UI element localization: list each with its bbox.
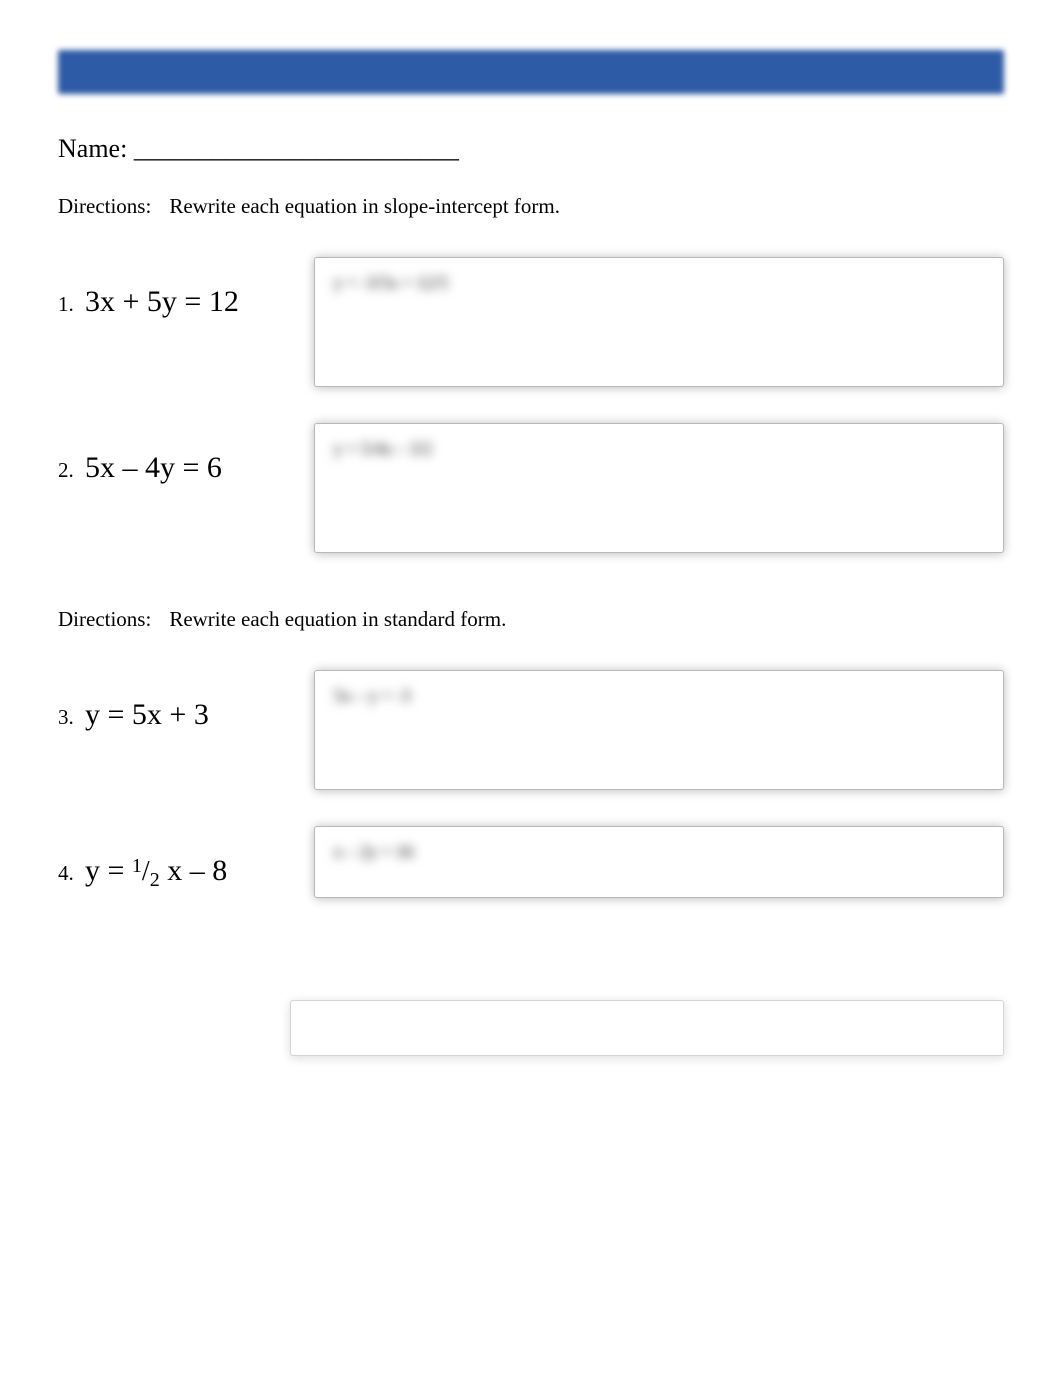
problem-number: 2.: [58, 458, 74, 482]
name-label: Name:: [58, 134, 127, 163]
answer-box-3[interactable]: 5x – y = -3: [314, 670, 1004, 790]
header-bar: [58, 50, 1004, 94]
fraction-denominator: 2: [150, 869, 160, 891]
answer-box-1[interactable]: y = -3/5x + 12/5: [314, 257, 1004, 387]
fraction-slash: /: [142, 856, 150, 887]
worksheet-page: Name: _________________________ Directio…: [0, 0, 1062, 898]
directions-label: Directions:: [58, 607, 151, 631]
fraction-numerator: 1: [132, 855, 142, 877]
eq-suffix: x – 8: [160, 854, 228, 887]
problem-equation: y = 1/2 x – 8: [85, 854, 227, 887]
answer-box-2[interactable]: y = 5/4x – 3/2: [314, 423, 1004, 553]
problem-4-label: 4. y = 1/2 x – 8: [58, 826, 290, 888]
problem-equation: 3x + 5y = 12: [85, 285, 239, 318]
blurred-answer: y = -3/5x + 12/5: [333, 272, 985, 295]
problem-1: 1. 3x + 5y = 12 y = -3/5x + 12/5: [58, 257, 1004, 387]
directions-2: Directions: Rewrite each equation in stan…: [58, 607, 1004, 632]
blurred-answer: x – 2y = 16: [333, 841, 985, 864]
problem-3-label: 3. y = 5x + 3: [58, 670, 290, 732]
problem-1-label: 1. 3x + 5y = 12: [58, 257, 290, 319]
problem-equation: 5x – 4y = 6: [85, 451, 222, 484]
problem-4: 4. y = 1/2 x – 8 x – 2y = 16: [58, 826, 1004, 898]
problem-number: 3.: [58, 705, 74, 729]
blurred-answer: y = 5/4x – 3/2: [333, 438, 985, 461]
name-field-line: Name: _________________________: [58, 134, 1004, 164]
problem-number: 4.: [58, 861, 74, 885]
name-blank[interactable]: _________________________: [134, 134, 459, 163]
directions-text: Rewrite each equation in slope-intercept…: [169, 194, 560, 218]
problem-number: 1.: [58, 292, 74, 316]
problem-2-label: 2. 5x – 4y = 6: [58, 423, 290, 485]
answer-box-fragment: [290, 1000, 1004, 1056]
directions-text: Rewrite each equation in standard form.: [169, 607, 506, 631]
problem-equation: y = 5x + 3: [85, 698, 209, 731]
problem-2: 2. 5x – 4y = 6 y = 5/4x – 3/2: [58, 423, 1004, 553]
answer-box-4[interactable]: x – 2y = 16: [314, 826, 1004, 898]
problem-3: 3. y = 5x + 3 5x – y = -3: [58, 670, 1004, 790]
directions-label: Directions:: [58, 194, 151, 218]
blurred-answer: 5x – y = -3: [333, 685, 985, 708]
eq-prefix: y =: [85, 854, 132, 887]
fraction: 1/2: [132, 854, 160, 888]
directions-1: Directions: Rewrite each equation in slop…: [58, 194, 1004, 219]
